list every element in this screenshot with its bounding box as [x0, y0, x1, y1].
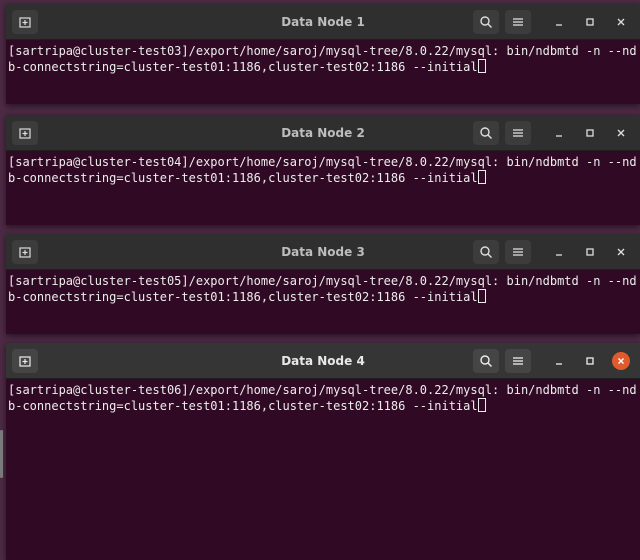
close-icon	[617, 248, 625, 256]
maximize-icon	[586, 248, 594, 256]
hamburger-icon	[513, 129, 523, 137]
command-line-wrap: b-connectstring=cluster-test01:1186,clus…	[8, 171, 478, 185]
search-icon	[480, 355, 492, 367]
search-button[interactable]	[473, 10, 499, 34]
new-tab-button[interactable]	[12, 10, 38, 34]
search-icon	[480, 16, 492, 28]
terminal-window-1[interactable]: Data Node 1 [sartripa@cluster-test03]/ex…	[6, 4, 640, 104]
hamburger-icon	[513, 248, 523, 256]
titlebar[interactable]: Data Node 2	[6, 115, 640, 151]
desktop: Data Node 1 [sartripa@cluster-test03]/ex…	[0, 0, 640, 560]
cursor	[477, 289, 486, 303]
search-icon	[480, 127, 492, 139]
close-icon	[617, 18, 625, 26]
new-tab-icon	[19, 128, 31, 139]
command-line: [sartripa@cluster-test06]/export/home/sa…	[8, 383, 637, 397]
maximize-icon	[586, 18, 594, 26]
terminal-output[interactable]: [sartripa@cluster-test04]/export/home/sa…	[6, 151, 640, 186]
close-button[interactable]	[612, 124, 630, 142]
minimize-icon	[556, 363, 562, 365]
terminal-window-2[interactable]: Data Node 2 [sartripa@cluster-test04]/ex…	[6, 115, 640, 225]
maximize-icon	[586, 357, 594, 365]
command-line: [sartripa@cluster-test04]/export/home/sa…	[8, 155, 637, 169]
terminal-output[interactable]: [sartripa@cluster-test03]/export/home/sa…	[6, 40, 640, 75]
window-title: Data Node 4	[281, 353, 365, 368]
cursor	[477, 398, 486, 412]
menu-button[interactable]	[505, 240, 531, 264]
menu-button[interactable]	[505, 349, 531, 373]
titlebar[interactable]: Data Node 1	[6, 4, 640, 40]
search-button[interactable]	[473, 349, 499, 373]
minimize-button[interactable]	[550, 352, 568, 370]
window-title: Data Node 1	[281, 14, 365, 29]
maximize-button[interactable]	[581, 352, 599, 370]
close-button[interactable]	[612, 243, 630, 261]
close-icon	[618, 358, 624, 364]
menu-button[interactable]	[505, 121, 531, 145]
maximize-button[interactable]	[581, 124, 599, 142]
minimize-icon	[556, 254, 562, 256]
search-button[interactable]	[473, 121, 499, 145]
search-button[interactable]	[473, 240, 499, 264]
menu-button[interactable]	[505, 10, 531, 34]
close-button[interactable]	[612, 352, 630, 370]
new-tab-icon	[19, 247, 31, 258]
new-tab-icon	[19, 356, 31, 367]
maximize-button[interactable]	[581, 13, 599, 31]
terminal-output[interactable]: [sartripa@cluster-test06]/export/home/sa…	[6, 379, 640, 414]
close-icon	[617, 129, 625, 137]
titlebar[interactable]: Data Node 4	[6, 343, 640, 379]
terminal-output[interactable]: [sartripa@cluster-test05]/export/home/sa…	[6, 270, 640, 305]
terminal-window-3[interactable]: Data Node 3 [sartripa@cluster-test05]/ex…	[6, 234, 640, 334]
search-icon	[480, 246, 492, 258]
titlebar[interactable]: Data Node 3	[6, 234, 640, 270]
minimize-icon	[556, 135, 562, 137]
command-line: [sartripa@cluster-test05]/export/home/sa…	[8, 274, 637, 288]
maximize-button[interactable]	[581, 243, 599, 261]
minimize-icon	[556, 24, 562, 26]
resize-handle[interactable]	[0, 430, 3, 478]
maximize-icon	[586, 129, 594, 137]
command-line-wrap: b-connectstring=cluster-test01:1186,clus…	[8, 290, 478, 304]
command-line-wrap: b-connectstring=cluster-test01:1186,clus…	[8, 60, 478, 74]
command-line-wrap: b-connectstring=cluster-test01:1186,clus…	[8, 399, 478, 413]
cursor	[477, 170, 486, 184]
minimize-button[interactable]	[550, 243, 568, 261]
new-tab-button[interactable]	[12, 121, 38, 145]
hamburger-icon	[513, 357, 523, 365]
window-title: Data Node 2	[281, 125, 365, 140]
close-button[interactable]	[612, 13, 630, 31]
command-line: [sartripa@cluster-test03]/export/home/sa…	[8, 44, 637, 58]
window-title: Data Node 3	[281, 244, 365, 259]
minimize-button[interactable]	[550, 124, 568, 142]
minimize-button[interactable]	[550, 13, 568, 31]
cursor	[477, 59, 486, 73]
new-tab-button[interactable]	[12, 240, 38, 264]
new-tab-button[interactable]	[12, 349, 38, 373]
terminal-window-4[interactable]: Data Node 4 [sartripa@cluster-test06]/ex…	[6, 343, 640, 560]
new-tab-icon	[19, 17, 31, 28]
hamburger-icon	[513, 18, 523, 26]
